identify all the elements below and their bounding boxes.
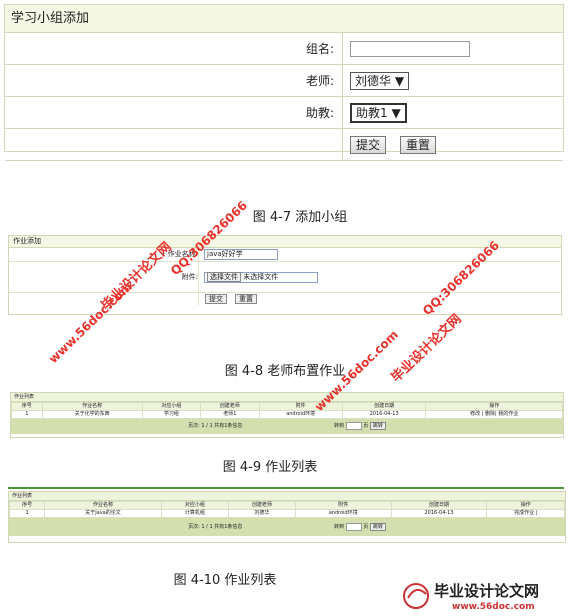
no-file-text: 未选择文件 [243, 273, 279, 281]
col-header: 操作 [425, 402, 563, 411]
group-add-form: 学习小组添加 组名: 老师: 刘德华 ▼ 助教: 助教1 ▼ 提交 重置 [4, 4, 564, 161]
col-header: 对应小组 [141, 402, 202, 411]
empty-cell [5, 128, 343, 161]
watermark-site-2: 毕业设计论文网 [388, 311, 465, 386]
table-cell: 计算机组 [160, 509, 229, 518]
table-title: 作业列表 [9, 492, 565, 501]
col-header: 操作 [486, 501, 565, 510]
pager: 页次: 1 / 1 共有1条信息 转到 页 跳转 [9, 518, 565, 536]
goto-label: 转到 [334, 423, 345, 429]
homework-list-table: 作业列表 序号 作业名称 对应小组 创建老师 附件 创建日期 操作 1 关于化学… [10, 392, 564, 438]
homework-list-table-2: 作业列表 序号 作业名称 对应小组 创建老师 附件 创建日期 操作 1 关于Ja… [8, 491, 566, 543]
go-button[interactable]: 跳转 [369, 422, 386, 430]
caption-4-10: 图 4-10 作业列表 [173, 573, 277, 588]
pager-info: 页次: 1 / 1 共有1条信息 [188, 423, 243, 429]
table-cell: android环境 [258, 410, 343, 419]
col-header: 作业名称 [44, 501, 162, 510]
col-header: 创建日期 [341, 402, 427, 411]
top-rule [8, 487, 564, 489]
col-header: 附件 [294, 501, 392, 510]
table-title: 作业列表 [11, 393, 563, 402]
table-cell: android环境 [294, 509, 392, 518]
assistant-label: 助教: [5, 96, 343, 129]
table-cell: 刘德华 [227, 509, 296, 518]
form-title: 学习小组添加 [5, 5, 563, 33]
submit-button[interactable]: 提交 [205, 294, 227, 304]
reset-button[interactable]: 重置 [400, 135, 437, 154]
assistant-value: 助教1 [356, 105, 388, 120]
col-header: 作业名称 [41, 402, 143, 411]
table-cell: 关于化学的东西 [41, 410, 143, 419]
pager: 页次: 1 / 1 共有1条信息 转到 页 跳转 [11, 419, 563, 434]
reset-button[interactable]: 重置 [235, 294, 257, 304]
site-logo: 毕业设计论文网 www.56doc.com [402, 576, 567, 612]
col-header: 创建日期 [390, 501, 488, 510]
col-header: 序号 [11, 402, 43, 411]
logo-url: www.56doc.com [452, 602, 535, 612]
file-input[interactable]: 选择文件 未选择文件 [204, 272, 318, 283]
chevron-down-icon: ▼ [394, 73, 405, 88]
form-title: 作业添加 [9, 236, 561, 248]
table-cell: 关于Java的论文 [44, 509, 162, 518]
page-label: 页 [363, 423, 369, 429]
teacher-label: 老师: [5, 64, 343, 97]
col-header: 序号 [8, 501, 46, 510]
col-header: 对应小组 [160, 501, 229, 510]
table-cell: 1 [8, 509, 46, 518]
go-button[interactable]: 跳转 [369, 523, 386, 531]
table-header-row: 序号 作业名称 对应小组 创建老师 附件 创建日期 操作 [11, 402, 563, 411]
table-cell: 学习组 [141, 410, 202, 419]
caption-4-9: 图 4-9 作业列表 [222, 460, 318, 475]
col-header: 创建老师 [200, 402, 260, 411]
page-input[interactable] [345, 522, 362, 531]
group-name-input[interactable] [350, 40, 470, 57]
button-row: 提交 重置 [9, 293, 561, 305]
teacher-value: 刘德华 [355, 73, 392, 88]
row-actions[interactable]: 修改 | 删除| 我的作业 [425, 410, 563, 419]
goto-label: 转到 [334, 524, 345, 530]
pager-info: 页次: 1 / 1 共有1条信息 [188, 524, 243, 530]
assistant-select[interactable]: 助教1 ▼ [350, 102, 407, 123]
table-cell: 2016-04-13 [390, 509, 488, 518]
submit-button[interactable]: 提交 [350, 135, 387, 154]
homework-name-input[interactable]: java好好学 [204, 249, 278, 260]
chevron-down-icon: ▼ [391, 105, 401, 120]
table-cell: 2016-04-13 [341, 410, 427, 419]
logo-name: 毕业设计论文网 [434, 582, 539, 600]
group-form-table: 组名: 老师: 刘德华 ▼ 助教: 助教1 ▼ 提交 重置 [5, 33, 563, 161]
col-header: 创建老师 [227, 501, 296, 510]
choose-file-button[interactable]: 选择文件 [207, 272, 241, 282]
teacher-select[interactable]: 刘德华 ▼ [350, 71, 410, 90]
table-cell: 1 [11, 410, 43, 419]
page-label: 页 [363, 524, 369, 530]
group-name-label: 组名: [5, 33, 343, 65]
list-grid: 序号 作业名称 对应小组 创建老师 附件 创建日期 操作 1 关于Java的论文… [8, 501, 565, 518]
table-cell: 老师1 [200, 410, 260, 419]
homework-add-form: 作业添加 作业名称: java好好学 附件: 选择文件 未选择文件 提交 重置 [8, 235, 562, 315]
logo-icon: 毕业设计论文网 www.56doc.com [403, 582, 539, 612]
table-row: 1 关于化学的东西 学习组 老师1 android环境 2016-04-13 修… [11, 410, 563, 419]
row-actions[interactable]: 完成作业 | [486, 509, 565, 518]
table-header-row: 序号 作业名称 对应小组 创建老师 附件 创建日期 操作 [8, 501, 565, 510]
list-grid: 序号 作业名称 对应小组 创建老师 附件 创建日期 操作 1 关于化学的东西 学… [11, 402, 563, 419]
page-input[interactable] [345, 421, 362, 430]
table-row: 1 关于Java的论文 计算机组 刘德华 android环境 2016-04-1… [8, 509, 565, 518]
